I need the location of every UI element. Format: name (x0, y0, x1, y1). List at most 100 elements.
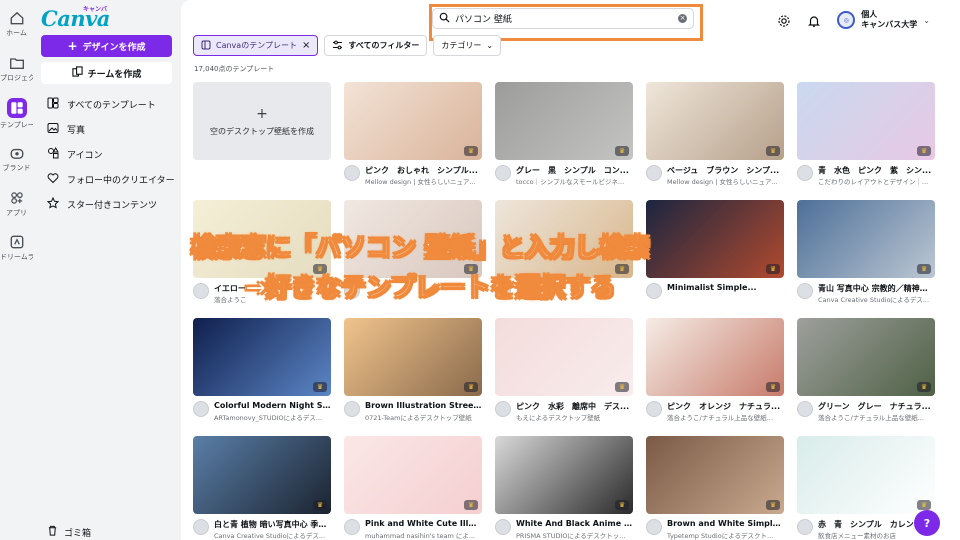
rail-label: テンプレート (0, 121, 33, 129)
creator-avatar (193, 283, 209, 299)
menu-item-grid[interactable]: すべてのテンプレート (47, 92, 175, 117)
template-thumbnail: ♛ (495, 82, 633, 160)
template-title: ピンク オレンジ ナチュラ... (667, 402, 781, 411)
premium-crown-icon: ♛ (464, 382, 478, 392)
logo-kana: キャンバ (83, 6, 108, 13)
create-team-button[interactable]: チームを作成 (41, 62, 172, 84)
chip-canva-templates-label: Canvaのテンプレート (216, 41, 297, 50)
template-thumbnail: ♛ (495, 318, 633, 396)
menu-item-shapes[interactable]: アイコン (47, 142, 175, 167)
panel-menu: すべてのテンプレート写真 アイコン フォロー中のクリエイタースター付きコンテンツ (46, 92, 175, 217)
side-panel: Canva キャンバ + デザインを作成 チームを作成 すべてのテンプレート 写真… (33, 0, 181, 540)
template-card[interactable]: ♛ 青山 写真中心 宗教的／精神的... Canva Creative Studio… (797, 200, 935, 310)
template-card[interactable]: ♛ 青 水色 ピンク 紫 シン... こだわりのレイアウトとデザイン｜... (797, 82, 935, 192)
photo-icon (47, 122, 59, 137)
creator-avatar (495, 519, 511, 535)
template-creator: こだわりのレイアウトとデザイン｜... (818, 178, 929, 186)
menu-item-photo[interactable]: 写真 (47, 117, 175, 142)
creator-avatar (797, 519, 813, 535)
template-creator: PRISMA STUDIOによるデスクトッ... (516, 532, 626, 540)
category-dropdown[interactable]: カテゴリー ⌄ (433, 35, 502, 56)
template-card[interactable]: ♛ ピンク 水彩 離席中 デス... もえによるデスクトップ壁紙 (495, 318, 633, 428)
template-caption: グレー 黒 シンプル コン... tocco｜シンプルなスモールビジネ... (495, 160, 633, 192)
chip-canva-templates[interactable]: Canvaのテンプレート × (193, 35, 319, 56)
template-card[interactable]: ♛ 白と青 植物 暗い写真中心 季節... Canva Creative Studi… (193, 436, 331, 540)
chevron-down-icon: ⌄ (486, 41, 494, 50)
template-thumbnail: ♛ (495, 436, 633, 514)
rail-item-folder[interactable]: プロジェクト (0, 55, 33, 83)
template-caption: White And Black Anime Desk... PRISMA STUD… (495, 514, 633, 540)
template-title: 白と青 植物 暗い写真中心 季節... (214, 520, 331, 529)
create-design-button[interactable]: + デザインを作成 (41, 35, 172, 57)
plus-icon: + (67, 39, 78, 53)
settings-gear-icon[interactable] (777, 13, 791, 27)
close-icon[interactable]: × (302, 40, 310, 51)
template-card[interactable]: ♛ グレー 黒 シンプル コン... tocco｜シンプルなスモールビジネ... (495, 82, 633, 192)
trash-label: ゴミ箱 (64, 528, 92, 539)
creator-avatar (495, 401, 511, 417)
template-card[interactable]: ♛ ベージュ ブラウン シンプ... Mellow design | 女性らしいニュ… (646, 82, 784, 192)
trash-link[interactable]: ゴミ箱 (47, 525, 91, 539)
rail-item-dreamlab[interactable]: ドリームラボ (0, 234, 33, 262)
template-title: Brown Illustration Street De... (365, 401, 482, 410)
premium-crown-icon: ♛ (766, 500, 780, 510)
menu-item-label: すべてのテンプレート (67, 101, 156, 111)
rail-item-brand[interactable]: ブランド (0, 145, 33, 173)
dreamlab-icon (0, 234, 33, 250)
team-icon (71, 66, 83, 80)
template-title: ベージュ ブラウン シンプ... (667, 166, 780, 175)
premium-crown-icon: ♛ (615, 146, 629, 156)
template-card[interactable]: ♛ ピンク おしゃれ シンプル... Mellow design | 女性らしいニュ… (344, 82, 482, 192)
template-icon (201, 40, 211, 52)
account-menu[interactable]: ◎ 個人 キャンバス大学 ⌄ (837, 10, 930, 30)
account-line1: 個人 (861, 10, 878, 19)
premium-crown-icon: ♛ (917, 146, 931, 156)
account-line2: キャンバス大学 (861, 20, 918, 29)
creator-avatar (646, 519, 662, 535)
template-card[interactable]: ♛ Pink and White Cute Illustrat... muhamma… (344, 436, 482, 540)
premium-crown-icon: ♛ (313, 500, 327, 510)
template-card[interactable]: ♛ Minimalist Simple... (646, 200, 784, 310)
rail-label: ブランド (2, 164, 31, 172)
template-card[interactable]: ♛ Colorful Modern Night Sky ... ARTamonovy… (193, 318, 331, 428)
menu-item-heart[interactable]: フォロー中のクリエイター (47, 167, 175, 192)
premium-crown-icon: ♛ (917, 382, 931, 392)
create-design-label: デザインを作成 (82, 42, 146, 53)
rail-label: ホーム (6, 29, 27, 37)
creator-avatar (646, 165, 662, 181)
menu-item-star[interactable]: スター付きコンテンツ (46, 192, 175, 217)
account-name: 個人 キャンバス大学 (861, 10, 917, 30)
template-title: Minimalist Simple... (667, 283, 757, 292)
template-count: 17,040点のテンプレート (194, 65, 275, 73)
help-button[interactable]: ? (914, 510, 940, 536)
menu-item-label: スター付きコンテンツ (67, 201, 158, 211)
template-card[interactable]: ♛ White And Black Anime Desk... PRISMA STU… (495, 436, 633, 540)
all-filters-button[interactable]: すべてのフィルター (324, 35, 428, 56)
template-card[interactable]: ♛ Brown and White Simple Blo... Typetemp S… (646, 436, 784, 540)
rail-item-home[interactable]: ホーム (0, 10, 33, 38)
sliders-icon (332, 40, 343, 52)
template-card[interactable]: ♛ Brown Illustration Street De... 0721-Tea… (344, 318, 482, 428)
template-thumbnail: ♛ (344, 82, 482, 160)
chevron-down-icon: ⌄ (923, 15, 930, 25)
template-thumbnail: ♛ (797, 82, 935, 160)
apps-icon (0, 190, 33, 206)
rail-item-templates[interactable]: テンプレート (0, 98, 33, 130)
template-creator: 落合ようこ/ナチュラル上品な壁紙... (667, 414, 773, 422)
template-card[interactable]: ♛ ピンク オレンジ ナチュラ... 落合ようこ/ナチュラル上品な壁紙... (646, 318, 784, 428)
main-content: パソコン 壁紙 × ◎ 個人 キャンバス大学 ⌄ Canvaのテンプレート × (181, 0, 960, 540)
category-label: カテゴリー (441, 41, 482, 50)
home-icon (0, 10, 33, 26)
template-creator: Canva Creative Studioによるデス... (818, 296, 930, 304)
blank-desktop-card[interactable]: + 空のデスクトップ壁紙を作成 (193, 82, 331, 160)
creator-avatar (193, 401, 209, 417)
template-thumbnail: ♛ (797, 200, 935, 278)
creator-avatar (344, 401, 360, 417)
premium-crown-icon: ♛ (464, 500, 478, 510)
grid-icon (47, 97, 59, 112)
notification-bell-icon[interactable] (807, 13, 821, 27)
template-card[interactable]: ♛ グリーン グレー ナチュラ... 落合ようこ/ナチュラル上品な壁紙... (797, 318, 935, 428)
rail-item-apps[interactable]: アプリ (0, 190, 33, 218)
rail-label: プロジェクト (0, 74, 33, 82)
premium-crown-icon: ♛ (766, 264, 780, 274)
